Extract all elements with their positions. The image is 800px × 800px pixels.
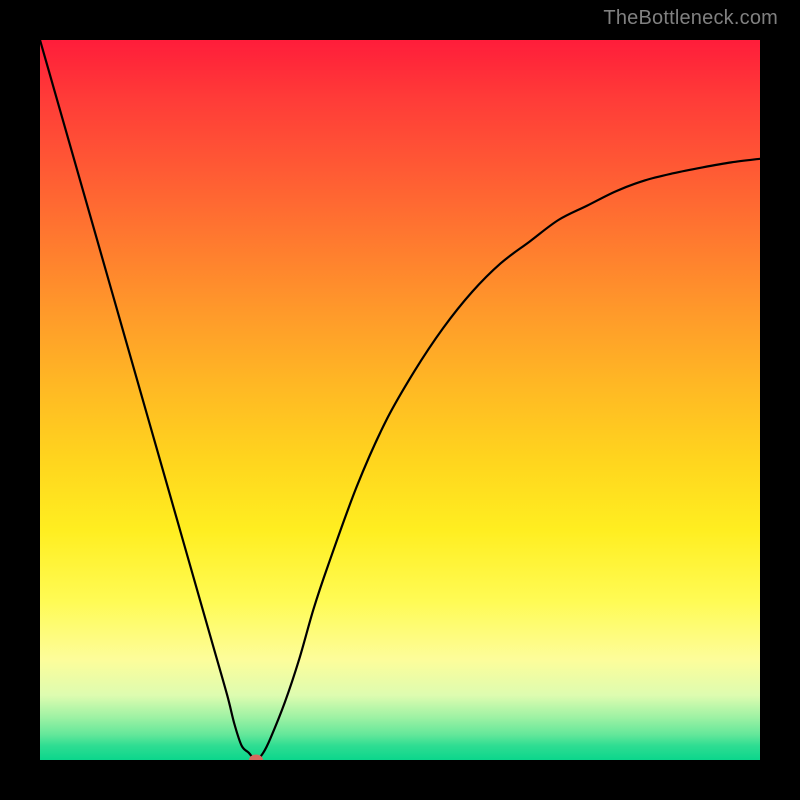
curve-svg <box>40 40 760 760</box>
plot-area <box>40 40 760 760</box>
watermark-text: TheBottleneck.com <box>603 7 778 30</box>
optimal-point-marker <box>249 755 263 761</box>
chart-frame: TheBottleneck.com <box>0 0 800 800</box>
bottleneck-curve <box>40 40 760 760</box>
